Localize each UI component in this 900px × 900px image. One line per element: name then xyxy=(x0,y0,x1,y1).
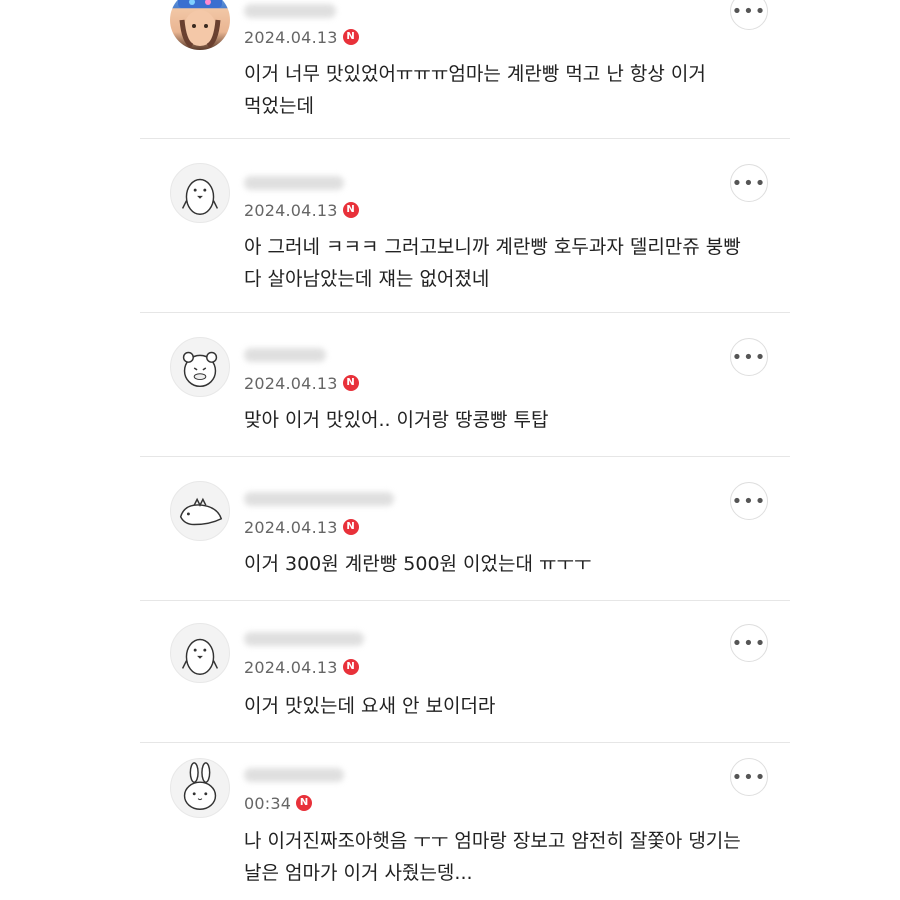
comment-date: 2024.04.13 N xyxy=(244,517,359,537)
more-options-button[interactable]: ••• xyxy=(730,482,768,520)
comment-date: 2024.04.13 N xyxy=(244,27,359,47)
more-options-button[interactable]: ••• xyxy=(730,624,768,662)
author-name-redacted xyxy=(244,768,344,782)
comment-text: 이거 너무 맛있었어ㅠㅠㅠ엄마는 계란빵 먹고 난 항상 이거 먹었는데 xyxy=(244,63,706,117)
author-name-redacted xyxy=(244,176,344,190)
more-options-button[interactable]: ••• xyxy=(730,758,768,796)
date-text: 2024.04.13 xyxy=(244,200,338,220)
author-name-redacted xyxy=(244,492,394,506)
rabbit-avatar-icon[interactable] xyxy=(170,758,230,818)
new-badge: N xyxy=(342,375,359,391)
penguin-avatar-icon[interactable] xyxy=(170,623,230,683)
more-options-button[interactable]: ••• xyxy=(730,164,768,202)
more-options-button[interactable]: ••• xyxy=(730,0,768,30)
comment-date: 2024.04.13 N xyxy=(244,657,359,677)
child-photo-avatar-icon[interactable] xyxy=(170,0,230,50)
comment-text: 맞아 이거 맛있어.. 이거랑 땅콩빵 투탑 xyxy=(244,409,549,431)
author-name-redacted xyxy=(244,632,364,646)
date-text: 2024.04.13 xyxy=(244,517,338,537)
comment-text: 아 그러네 ㅋㅋㅋ 그러고보니까 계란빵 호두과자 델리만쥬 붕빵 다 살아남았… xyxy=(244,236,741,290)
comment-text: 나 이거진짜조아햇음 ㅜㅜ 엄마랑 장보고 얌전히 잘쫓아 댕기는 날은 엄마가… xyxy=(244,830,741,884)
divider xyxy=(140,138,790,139)
penguin-avatar-icon[interactable] xyxy=(170,163,230,223)
new-badge: N xyxy=(342,29,359,45)
more-options-button[interactable]: ••• xyxy=(730,338,768,376)
divider xyxy=(140,312,790,313)
comment-text: 이거 300원 계란빵 500원 이었는대 ㅠㅜㅜ xyxy=(244,553,592,575)
new-badge: N xyxy=(342,659,359,675)
divider xyxy=(140,456,790,457)
comment-text: 이거 맛있는데 요새 안 보이더라 xyxy=(244,695,496,717)
bear-avatar-icon[interactable] xyxy=(170,337,230,397)
comment-date: 00:34 N xyxy=(244,793,313,813)
new-badge: N xyxy=(342,519,359,535)
new-badge: N xyxy=(296,795,313,811)
date-text: 2024.04.13 xyxy=(244,27,338,47)
divider xyxy=(140,600,790,601)
comment-date: 2024.04.13 N xyxy=(244,373,359,393)
new-badge: N xyxy=(342,202,359,218)
author-name-redacted xyxy=(244,4,336,18)
author-name-redacted xyxy=(244,348,326,362)
date-text: 00:34 xyxy=(244,793,292,813)
comment-date: 2024.04.13 N xyxy=(244,200,359,220)
dinosaur-avatar-icon[interactable] xyxy=(170,481,230,541)
divider xyxy=(140,742,790,743)
date-text: 2024.04.13 xyxy=(244,657,338,677)
date-text: 2024.04.13 xyxy=(244,373,338,393)
